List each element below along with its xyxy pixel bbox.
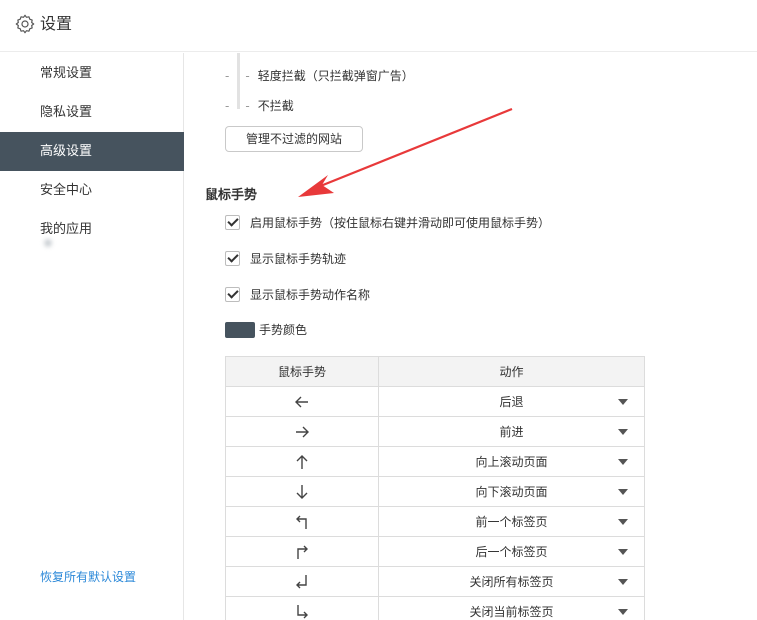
sidebar-item-general[interactable]: 常规设置 xyxy=(0,54,184,93)
filter-none-label: 不拦截 xyxy=(257,99,294,113)
action-select[interactable]: 关闭当前标签页 xyxy=(378,596,645,620)
chevron-down-icon xyxy=(618,459,628,465)
manage-whitelist-button[interactable]: 管理不过滤的网站 xyxy=(225,126,363,152)
show-trail-checkbox[interactable] xyxy=(225,250,240,266)
action-value: 关闭所有标签页 xyxy=(469,575,554,589)
column-header-action: 动作 xyxy=(378,356,645,387)
table-row: 后一个标签页 xyxy=(225,536,645,567)
action-select[interactable]: 向上滚动页面 xyxy=(378,446,645,477)
action-value: 前进 xyxy=(499,425,524,439)
list-dash: - xyxy=(245,99,250,113)
restore-defaults-link[interactable]: 恢复所有默认设置 xyxy=(40,568,136,585)
gear-icon xyxy=(15,14,35,34)
option-enable-gesture[interactable]: 启用鼠标手势（按住鼠标右键并滑动即可使用鼠标手势） xyxy=(225,213,550,231)
sidebar-item-security[interactable]: 安全中心 xyxy=(0,171,184,210)
action-value: 前一个标签页 xyxy=(475,515,548,529)
action-value: 后退 xyxy=(499,395,524,409)
chevron-down-icon xyxy=(618,609,628,615)
chevron-down-icon xyxy=(618,399,628,405)
table-row: 向下滚动页面 xyxy=(225,476,645,507)
sidebar-item-my-apps[interactable]: 我的应用 xyxy=(0,210,184,249)
down-right-icon xyxy=(297,604,308,618)
arrow-down-icon xyxy=(296,484,308,499)
chevron-down-icon xyxy=(618,579,628,585)
action-select[interactable]: 前一个标签页 xyxy=(378,506,645,537)
advanced-settings-panel: - - 轻度拦截（只拦截弹窗广告） - - 不拦截 管理不过滤的网站 鼠标手势 启用鼠标… xyxy=(185,53,757,620)
action-select[interactable]: 后退 xyxy=(378,386,645,417)
action-value: 向上滚动页面 xyxy=(475,455,548,469)
section-title-mouse-gesture: 鼠标手势 xyxy=(205,188,258,203)
filter-option-light[interactable]: - - 轻度拦截（只拦截弹窗广告） xyxy=(225,67,414,84)
gesture-cell xyxy=(225,446,379,477)
action-value: 向下滚动页面 xyxy=(475,485,548,499)
gesture-table: 鼠标手势 动作 后退 前进 向上滚动页面 向下滚动页面 前一个标签页 后一个标签… xyxy=(225,356,645,620)
filter-option-none[interactable]: - - 不拦截 xyxy=(225,97,294,114)
sidebar-item-privacy[interactable]: 隐私设置 xyxy=(0,93,184,132)
table-row: 前进 xyxy=(225,416,645,447)
page-title: 设置 xyxy=(40,14,73,33)
up-left-icon xyxy=(296,515,307,529)
action-select[interactable]: 向下滚动页面 xyxy=(378,476,645,507)
chevron-down-icon xyxy=(618,519,628,525)
action-value: 关闭当前标签页 xyxy=(469,605,554,619)
gesture-cell xyxy=(225,596,379,620)
chevron-down-icon xyxy=(618,549,628,555)
table-row: 关闭所有标签页 xyxy=(225,566,645,597)
settings-header: 设置 xyxy=(0,0,757,52)
table-row: 关闭当前标签页 xyxy=(225,596,645,620)
gesture-table-header: 鼠标手势 动作 xyxy=(225,356,645,387)
action-select[interactable]: 后一个标签页 xyxy=(378,536,645,567)
chevron-down-icon xyxy=(618,429,628,435)
gesture-cell xyxy=(225,566,379,597)
sidebar-item-advanced[interactable]: 高级设置 xyxy=(0,132,184,171)
option-show-trail[interactable]: 显示鼠标手势轨迹 xyxy=(225,249,346,267)
gesture-color-row: 手势颜色 xyxy=(225,321,307,338)
gesture-color-swatch[interactable] xyxy=(225,321,255,338)
list-dash: - xyxy=(225,69,230,83)
table-row: 前一个标签页 xyxy=(225,506,645,537)
gesture-cell xyxy=(225,506,379,537)
chevron-down-icon xyxy=(618,489,628,495)
gesture-cell xyxy=(225,536,379,567)
arrow-left-icon xyxy=(295,396,308,407)
down-left-icon xyxy=(296,574,307,588)
gesture-color-label: 手势颜色 xyxy=(259,323,308,337)
table-row: 向上滚动页面 xyxy=(225,446,645,477)
action-value: 后一个标签页 xyxy=(475,545,548,559)
show-action-name-label: 显示鼠标手势动作名称 xyxy=(250,287,371,302)
show-action-name-checkbox[interactable] xyxy=(225,286,240,302)
list-dash: - xyxy=(225,99,230,113)
column-header-gesture: 鼠标手势 xyxy=(225,356,379,387)
list-dash: - xyxy=(245,69,250,83)
gesture-cell xyxy=(225,386,379,417)
enable-gesture-label: 启用鼠标手势（按住鼠标右键并滑动即可使用鼠标手势） xyxy=(250,215,551,230)
action-select[interactable]: 关闭所有标签页 xyxy=(378,566,645,597)
gesture-cell xyxy=(225,476,379,507)
action-select[interactable]: 前进 xyxy=(378,416,645,447)
settings-sidebar: 常规设置 隐私设置 高级设置 安全中心 我的应用 恢复所有默认设置 xyxy=(0,53,184,620)
show-trail-label: 显示鼠标手势轨迹 xyxy=(250,251,347,266)
filter-light-label: 轻度拦截（只拦截弹窗广告） xyxy=(257,69,414,83)
up-right-icon xyxy=(297,545,308,559)
option-show-action-name[interactable]: 显示鼠标手势动作名称 xyxy=(225,285,370,303)
arrow-right-icon xyxy=(296,426,309,437)
arrow-up-icon xyxy=(296,454,308,469)
gesture-cell xyxy=(225,416,379,447)
table-row: 后退 xyxy=(225,386,645,417)
enable-gesture-checkbox[interactable] xyxy=(225,214,240,230)
blurred-badge xyxy=(44,239,52,247)
